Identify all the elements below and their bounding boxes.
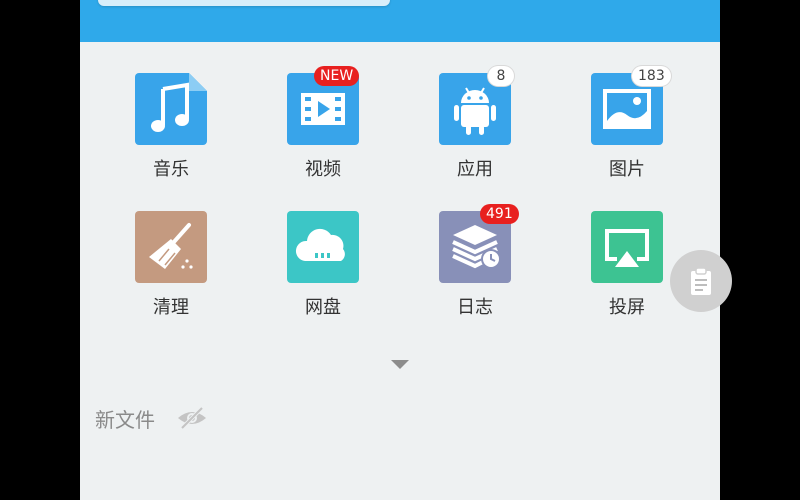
- tile-label: 日志: [457, 297, 493, 318]
- count-badge: 183: [632, 66, 671, 86]
- airplay-icon: [591, 211, 663, 283]
- tile-label: 网盘: [305, 297, 341, 318]
- eye-hidden-icon[interactable]: [176, 404, 208, 432]
- category-tile-video[interactable]: NEW 视频: [262, 66, 382, 203]
- category-tile-cleanup[interactable]: 清理: [110, 211, 230, 341]
- count-badge: 491: [480, 204, 519, 224]
- category-tile-pictures[interactable]: 183 图片: [566, 66, 686, 203]
- tile-label: 清理: [153, 297, 189, 318]
- new-files-label: 新文件: [95, 408, 155, 432]
- count-badge: 8: [488, 66, 514, 86]
- app-header: [80, 0, 720, 42]
- tile-label: 投屏: [609, 297, 645, 318]
- tile-label: 音乐: [153, 159, 189, 180]
- floating-clipboard-button[interactable]: [670, 250, 732, 312]
- broom-icon: [135, 211, 207, 283]
- tile-label: 应用: [457, 159, 493, 180]
- tile-label: 视频: [305, 159, 341, 180]
- tile-label: 图片: [609, 159, 645, 180]
- category-tile-cloud-drive[interactable]: 网盘: [262, 211, 382, 341]
- category-tile-screencast[interactable]: 投屏: [566, 211, 686, 341]
- music-note-icon: [135, 73, 207, 145]
- expand-chevron-down-icon[interactable]: [391, 360, 409, 369]
- new-badge: NEW: [314, 66, 360, 86]
- cloud-icon: [287, 211, 359, 283]
- clipboard-icon: [691, 267, 711, 295]
- category-tile-apps[interactable]: 8 应用: [414, 66, 534, 203]
- category-tile-logs[interactable]: 491 日志: [414, 204, 534, 341]
- category-tile-music[interactable]: 音乐: [110, 73, 230, 203]
- app-screen: 音乐 NEW 视频 8 应用 183 图片 清理 网盘 491 日志 投屏 新文…: [80, 0, 720, 500]
- header-search-panel[interactable]: [98, 0, 390, 6]
